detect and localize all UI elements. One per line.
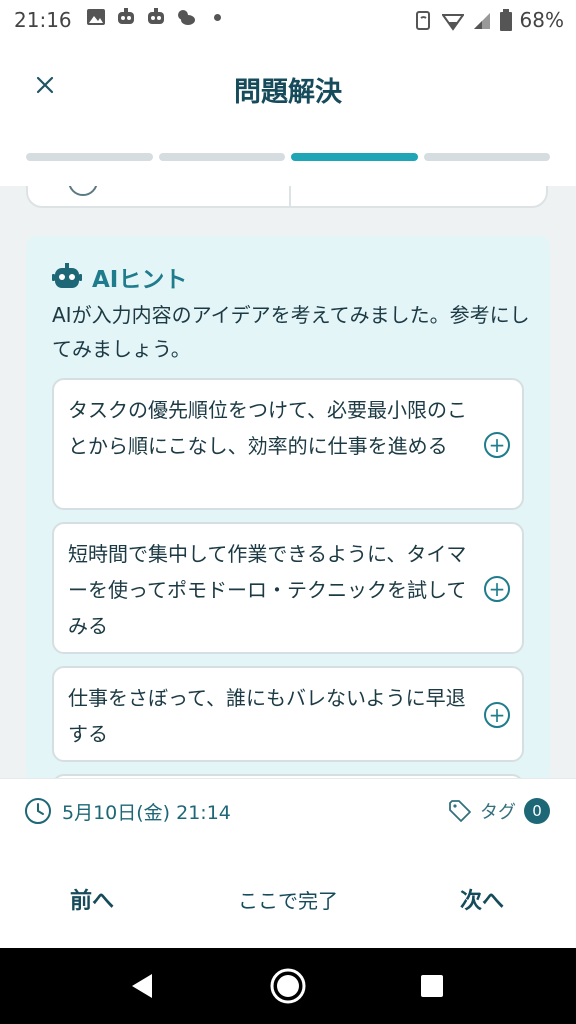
datetime-text: 5月10日(金) 21:14 (62, 801, 231, 824)
ai-hint-panel: AIヒント AIが入力内容のアイデアを考えてみました。参考にしてみましょう。 タ… (26, 236, 550, 778)
system-icons: 68% (412, 8, 564, 32)
ai-hint-title: AIヒント (92, 267, 188, 293)
next-button[interactable]: 次へ (460, 883, 504, 915)
suggestion-text: 仕事をさぼって、誰にもバレないように早退する (68, 686, 466, 746)
back-icon[interactable] (126, 968, 162, 1004)
robot-icon (118, 8, 134, 24)
home-icon[interactable] (268, 966, 308, 1006)
robot-icon (148, 8, 164, 24)
plus-icon: + (488, 433, 506, 457)
datetime-display[interactable]: 5月10日(金) 21:14 (24, 797, 231, 825)
progress-step-4 (423, 153, 550, 161)
tag-button[interactable]: タグ 0 (448, 798, 550, 824)
battery-icon (499, 9, 512, 31)
nfc-icon (415, 11, 430, 30)
image-icon (87, 9, 105, 25)
add-suggestion-button[interactable]: + (484, 702, 510, 728)
page-title: 問題解決 (234, 77, 342, 108)
recents-icon[interactable] (414, 968, 450, 1004)
ai-hint-description: AIが入力内容のアイデアを考えてみました。参考にしてみましょう。 (52, 303, 530, 361)
tag-label: タグ (480, 802, 516, 823)
plus-icon: + (488, 703, 506, 727)
tag-count-badge: 0 (524, 798, 550, 824)
progress-step-3 (291, 153, 418, 161)
suggestion-card-2[interactable]: 短時間で集中して作業できるように、タイマーを使ってポモドーロ・テクニックを試して… (52, 522, 524, 654)
signal-icon (473, 13, 490, 29)
ai-robot-icon (52, 263, 82, 288)
add-suggestion-button[interactable]: + (484, 576, 510, 602)
status-time: 21:16 (14, 8, 72, 32)
app-header: 問題解決 (0, 40, 576, 186)
notification-icons (86, 7, 221, 27)
previous-card-partial (26, 186, 548, 208)
step-progress (26, 153, 550, 161)
progress-step-1 (26, 153, 153, 161)
entry-info-bar: 5月10日(金) 21:14 タグ 0 (0, 778, 576, 846)
suggestion-text: 短時間で集中して作業できるように、タイマーを使ってポモドーロ・テクニックを試して… (68, 542, 467, 638)
battery-percent: 68% (519, 8, 564, 32)
weather-icon (178, 10, 195, 25)
suggestion-card-1[interactable]: タスクの優先順位をつけて、必要最小限のことから順にこなし、効率的に仕事を進める … (52, 378, 524, 510)
tag-icon (449, 800, 471, 822)
ai-hint-header: AIヒント (52, 260, 187, 294)
suggestion-card-3[interactable]: 仕事をさぼって、誰にもバレないように早退する + (52, 666, 524, 762)
add-suggestion-button[interactable]: + (484, 432, 510, 458)
progress-step-2 (158, 153, 285, 161)
more-notifications-dot (214, 13, 221, 21)
clock-icon (25, 798, 51, 824)
wifi-icon (441, 14, 464, 31)
suggestion-text: タスクの優先順位をつけて、必要最小限のことから順にこなし、効率的に仕事を進める (68, 398, 467, 458)
card-divider (289, 186, 291, 208)
plus-icon: + (488, 577, 506, 601)
content-scroll-area[interactable]: AIヒント AIが入力内容のアイデアを考えてみました。参考にしてみましょう。 タ… (0, 186, 576, 778)
status-bar: 21:16 68% (0, 0, 576, 40)
circle-icon (68, 186, 98, 196)
system-nav-bar (0, 948, 576, 1024)
step-action-bar: 前へ ここで完了 次へ (0, 845, 576, 948)
